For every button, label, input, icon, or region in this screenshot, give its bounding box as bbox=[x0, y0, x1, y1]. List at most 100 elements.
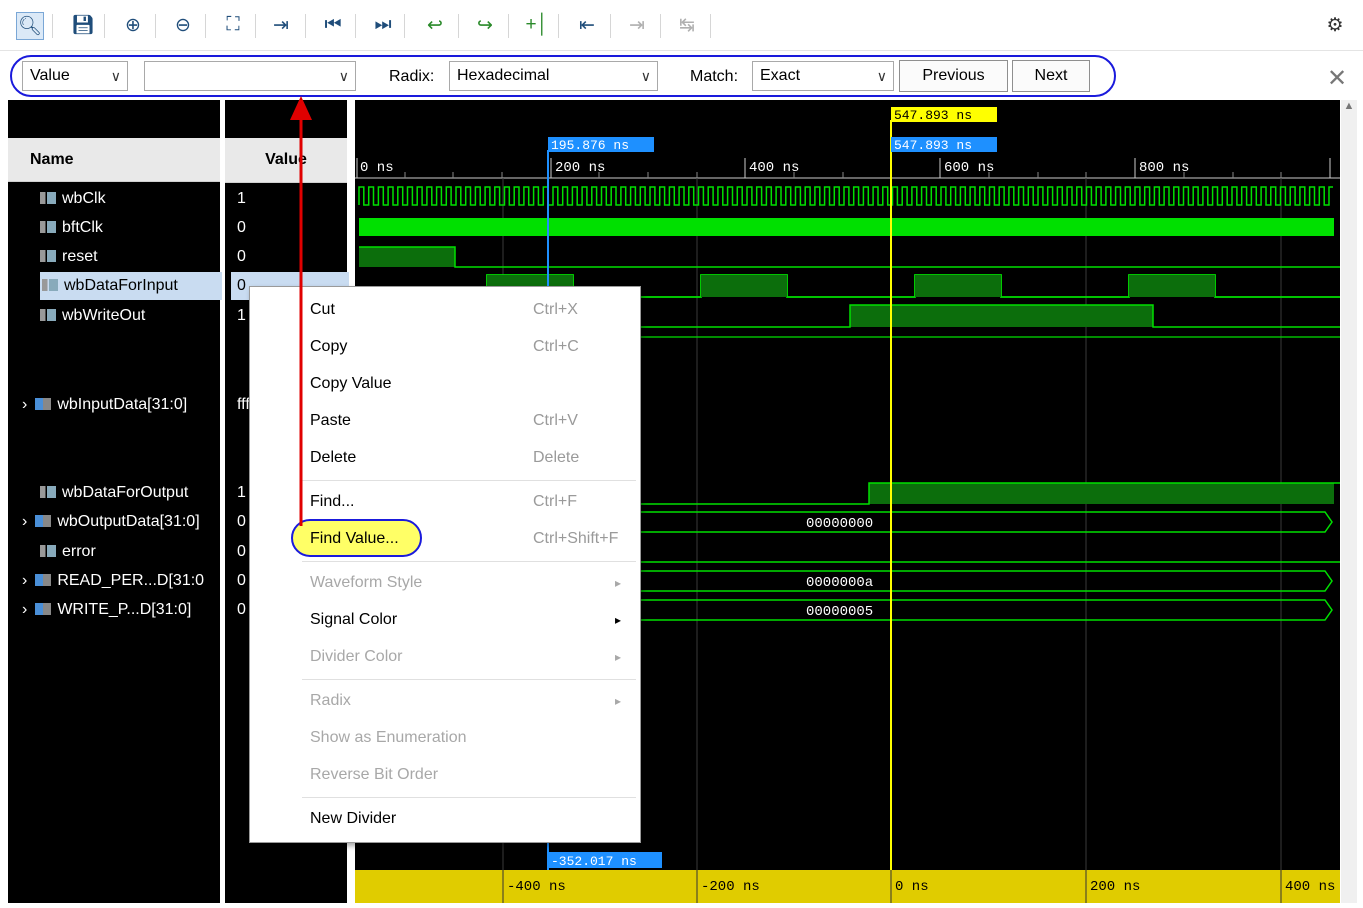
bit-signal-icon bbox=[40, 221, 56, 233]
signal-row[interactable]: › WRITE_P...D[31:0] bbox=[22, 596, 191, 624]
menu-item-label: Waveform Style bbox=[310, 574, 423, 591]
menu-shortcut: Ctrl+V bbox=[533, 412, 578, 429]
add-marker-icon[interactable]: +│ bbox=[524, 12, 550, 38]
signal-row[interactable]: wbDataForOutput bbox=[40, 479, 188, 507]
zoom-out-icon[interactable]: ⊖ bbox=[170, 12, 196, 38]
bus-signal-icon bbox=[35, 603, 52, 615]
zoom-fit-icon[interactable]: ⛶ bbox=[220, 12, 246, 38]
expand-icon[interactable]: › bbox=[22, 572, 27, 589]
menu-item-label: Copy Value bbox=[310, 375, 392, 392]
bit-signal-icon bbox=[40, 250, 56, 262]
find-value-input[interactable]: ∨ bbox=[144, 61, 356, 91]
search-icon[interactable]: 🔍︎ bbox=[16, 12, 44, 40]
close-icon[interactable]: ✕ bbox=[1327, 64, 1347, 93]
signal-value: 1 bbox=[237, 484, 246, 501]
go-to-start-icon[interactable]: ⏮︎ bbox=[320, 12, 346, 38]
radix-value: Hexadecimal bbox=[457, 67, 550, 84]
menu-item-label: New Divider bbox=[310, 810, 397, 827]
menu-shortcut: Ctrl+C bbox=[533, 338, 579, 355]
menu-item-paste[interactable]: Paste Ctrl+V bbox=[310, 407, 630, 435]
menu-item-divider-color[interactable]: Divider Color ▸ bbox=[310, 643, 630, 671]
menu-item-find[interactable]: Find... Ctrl+F bbox=[310, 488, 630, 516]
menu-item-show-as-enumeration[interactable]: Show as Enumeration bbox=[310, 724, 630, 752]
time-tick-label: 400 ns bbox=[749, 160, 799, 176]
wbOutputData-waveform bbox=[635, 511, 1333, 533]
scroll-up-icon[interactable]: ▲ bbox=[1341, 100, 1357, 112]
name-column-header[interactable]: Name bbox=[8, 138, 220, 182]
menu-item-radix[interactable]: Radix ▸ bbox=[310, 687, 630, 715]
cursor-time-label: 195.876 ns bbox=[551, 138, 629, 153]
chevron-down-icon: ∨ bbox=[338, 68, 349, 84]
previous-marker-icon[interactable]: ⇤ bbox=[574, 12, 600, 38]
save-icon[interactable]: 💾︎ bbox=[70, 12, 96, 38]
signal-name-panel: Name wbClk bftClk reset wbDataForInput w… bbox=[8, 100, 222, 903]
next-marker-icon[interactable]: ⇥ bbox=[624, 12, 650, 38]
signal-name: error bbox=[62, 543, 96, 560]
menu-item-label: Divider Color bbox=[310, 648, 403, 665]
gear-icon[interactable]: ⚙ bbox=[1322, 12, 1348, 38]
signal-value: 1 bbox=[237, 190, 246, 207]
menu-item-copy-value[interactable]: Copy Value bbox=[310, 370, 630, 398]
bus-signal-icon bbox=[35, 398, 52, 410]
menu-shortcut: Ctrl+Shift+F bbox=[533, 530, 619, 547]
signal-row[interactable]: wbWriteOut bbox=[40, 302, 145, 330]
signal-row[interactable]: reset bbox=[40, 243, 98, 271]
go-to-end-icon[interactable]: ⏭︎ bbox=[370, 12, 396, 38]
signal-row[interactable]: › wbInputData[31:0] bbox=[22, 391, 187, 419]
menu-item-label: Show as Enumeration bbox=[310, 729, 467, 746]
signal-row-selected[interactable]: wbDataForInput bbox=[40, 272, 222, 300]
time-tick-label: 0 ns bbox=[360, 160, 394, 176]
time-tick-label: 600 ns bbox=[944, 160, 994, 176]
next-button[interactable]: Next bbox=[1012, 60, 1090, 92]
expand-icon[interactable]: › bbox=[22, 601, 27, 618]
menu-item-cut[interactable]: Cut Ctrl+X bbox=[310, 296, 630, 324]
go-to-cursor-icon[interactable]: ⇥ bbox=[268, 12, 294, 38]
zoom-in-icon[interactable]: ⊕ bbox=[120, 12, 146, 38]
menu-item-delete[interactable]: Delete Delete bbox=[310, 444, 630, 472]
delta-time-label: -352.017 ns bbox=[551, 854, 637, 869]
menu-shortcut: Ctrl+F bbox=[533, 493, 577, 510]
previous-transition-icon[interactable]: ↩ bbox=[422, 12, 448, 38]
menu-separator bbox=[302, 797, 636, 798]
menu-item-find-value[interactable]: Find Value... Ctrl+Shift+F bbox=[310, 525, 630, 553]
bus-value-label: 0000000a bbox=[806, 575, 873, 591]
menu-item-reverse-bit-order[interactable]: Reverse Bit Order bbox=[310, 761, 630, 789]
chevron-down-icon: ∨ bbox=[110, 68, 121, 84]
radix-select[interactable]: Hexadecimal ∨ bbox=[449, 61, 658, 91]
bit-signal-icon bbox=[40, 309, 56, 321]
expand-icon[interactable]: › bbox=[22, 396, 27, 413]
signal-row[interactable]: wbClk bbox=[40, 185, 106, 213]
swap-cursors-icon[interactable]: ↹ bbox=[674, 12, 700, 38]
vertical-scrollbar[interactable]: ▲ bbox=[1341, 100, 1357, 903]
relative-tick-label: -200 ns bbox=[701, 879, 760, 895]
submenu-arrow-icon: ▸ bbox=[615, 576, 622, 590]
match-label: Match: bbox=[690, 68, 739, 85]
signal-row[interactable]: › wbOutputData[31:0] bbox=[22, 508, 200, 536]
find-type-select[interactable]: Value ∨ bbox=[22, 61, 128, 91]
submenu-arrow-icon: ▸ bbox=[615, 613, 622, 627]
menu-item-copy[interactable]: Copy Ctrl+C bbox=[310, 333, 630, 361]
signal-name: wbWriteOut bbox=[62, 307, 146, 324]
signal-name: WRITE_P...D[31:0] bbox=[57, 601, 192, 618]
menu-item-label: Radix bbox=[310, 692, 351, 709]
signal-row[interactable]: error bbox=[40, 538, 96, 566]
next-transition-icon[interactable]: ↪ bbox=[472, 12, 498, 38]
menu-item-waveform-style[interactable]: Waveform Style ▸ bbox=[310, 569, 630, 597]
find-value-bar: Value ∨ ∨ Radix: Hexadecimal ∨ Match: Ex… bbox=[0, 54, 1363, 100]
write-period-waveform bbox=[635, 599, 1333, 621]
signal-value: fff bbox=[237, 396, 249, 413]
relative-tick-label: 0 ns bbox=[895, 879, 929, 895]
expand-icon[interactable]: › bbox=[22, 513, 27, 530]
signal-row[interactable]: bftClk bbox=[40, 214, 103, 242]
relative-tick-label: -400 ns bbox=[507, 879, 566, 895]
menu-item-new-divider[interactable]: New Divider bbox=[310, 805, 630, 833]
signal-value: 0 bbox=[237, 513, 246, 530]
previous-button[interactable]: Previous bbox=[899, 60, 1008, 92]
toolbar: 🔍︎ 💾︎ ⊕ ⊖ ⛶ ⇥ ⏮︎ ⏭︎ ↩ ↪ +│ ⇤ ⇥ ↹ ⚙ bbox=[0, 0, 1363, 51]
bit-signal-icon bbox=[40, 545, 56, 557]
menu-item-signal-color[interactable]: Signal Color ▸ bbox=[310, 606, 630, 634]
wbClk-waveform bbox=[358, 186, 1333, 206]
match-select[interactable]: Exact ∨ bbox=[752, 61, 894, 91]
menu-item-label: Find Value... bbox=[310, 530, 399, 547]
signal-row[interactable]: › READ_PER...D[31:0 bbox=[22, 567, 204, 595]
